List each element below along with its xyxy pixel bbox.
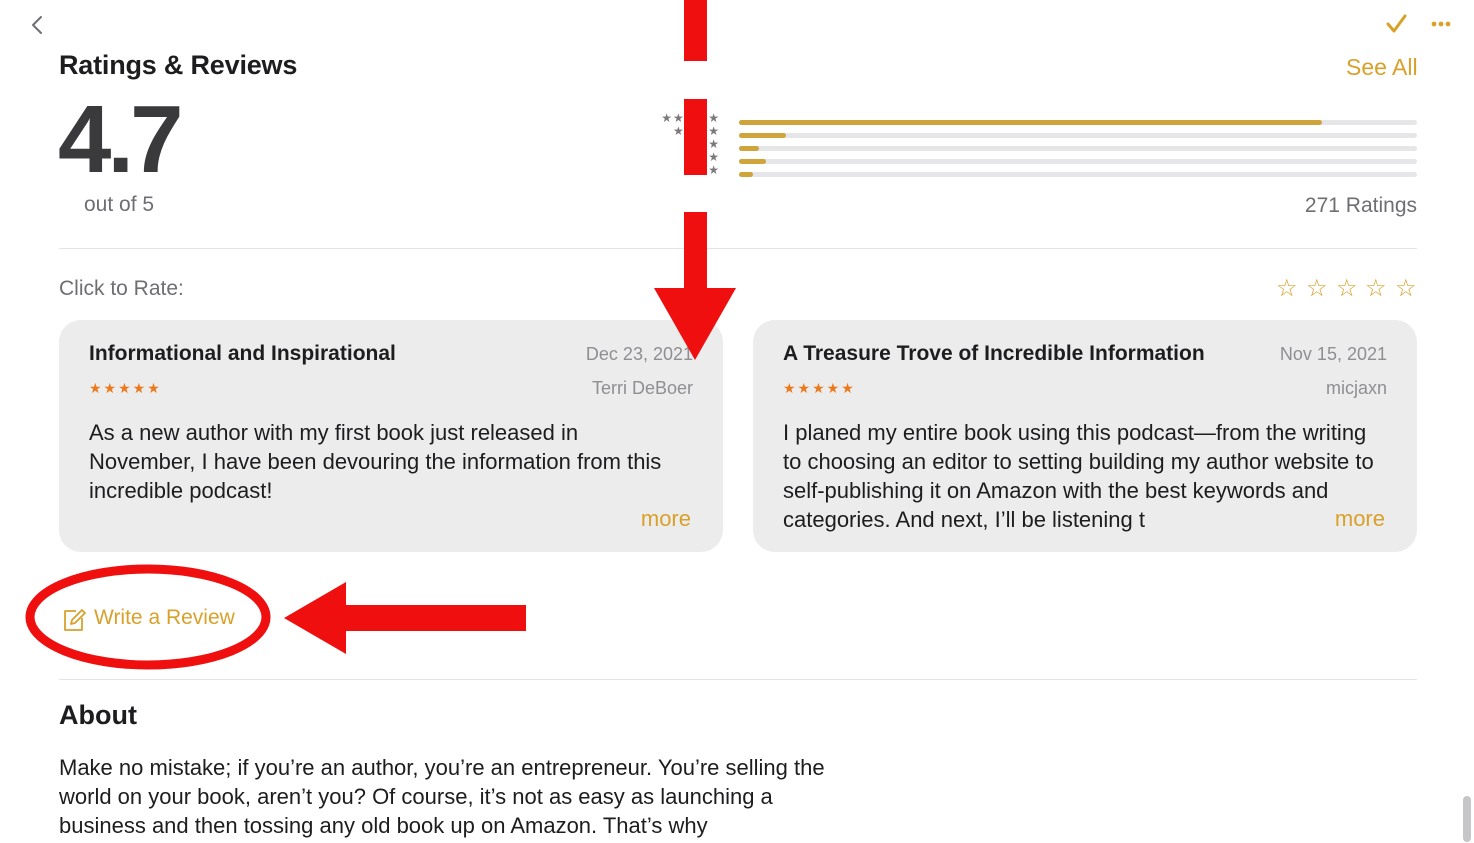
review-author: micjaxn <box>1325 378 1387 398</box>
divider <box>59 248 1417 249</box>
review-title: A Treasure Trove of Incredible Informati… <box>783 342 1205 365</box>
scrollbar-thumb[interactable] <box>1463 796 1471 842</box>
review-card[interactable]: A Treasure Trove of Incredible Informati… <box>753 320 1417 552</box>
rate-4-star-icon[interactable]: ☆ <box>1365 274 1387 303</box>
rate-3-star-icon[interactable]: ☆ <box>1336 274 1358 303</box>
divider <box>59 679 1417 680</box>
rating-bar-1 <box>739 172 1417 177</box>
rate-1-star-icon[interactable]: ☆ <box>1276 274 1298 303</box>
two-star-label: ★★ <box>696 150 720 164</box>
rating-bar-fill <box>739 120 1323 125</box>
rate-5-star-icon[interactable]: ☆ <box>1395 274 1417 303</box>
out-of-label: out of 5 <box>84 193 155 216</box>
back-button[interactable] <box>26 10 50 40</box>
checkmark-icon <box>1386 14 1407 33</box>
click-to-rate-label: Click to Rate: <box>59 277 184 300</box>
red-marker-segment <box>684 0 707 61</box>
red-left-arrow-head <box>284 582 346 654</box>
rate-2-star-icon[interactable]: ☆ <box>1306 274 1328 303</box>
red-left-arrow-shaft <box>330 605 526 631</box>
review-title: Informational and Inspirational <box>89 342 396 365</box>
rating-bar-3 <box>739 146 1417 151</box>
three-star-label: ★★★ <box>684 137 720 151</box>
five-star-label: ★★★★★ <box>661 111 720 125</box>
rating-distribution <box>739 118 1417 180</box>
more-options-button[interactable] <box>1428 8 1456 40</box>
review-more-link[interactable]: more <box>632 506 691 532</box>
review-date: Nov 15, 2021 <box>1279 344 1387 364</box>
rating-bar-fill <box>739 159 767 164</box>
compose-icon <box>64 609 86 631</box>
review-card[interactable]: Informational and Inspirational Dec 23, … <box>59 320 723 552</box>
rating-bar-fill <box>739 146 760 151</box>
ratings-reviews-title: Ratings & Reviews <box>59 50 298 80</box>
about-title: About <box>59 700 137 730</box>
one-star-label: ★ <box>708 163 720 177</box>
average-rating: 4.7 <box>58 86 183 193</box>
rate-stars: ☆ ☆ ☆ ☆ ☆ <box>1272 274 1422 306</box>
star-level-labels: ★★★★★ ★★★★ ★★★ ★★ ★ <box>640 110 720 180</box>
rating-bar-5 <box>739 120 1417 125</box>
review-body: I planed my entire book using this podca… <box>783 420 1374 532</box>
review-date: Dec 23, 2021 <box>585 344 693 364</box>
subscribed-check-button[interactable] <box>1382 8 1410 40</box>
see-all-link[interactable]: See All <box>1346 54 1418 81</box>
chevron-left-icon <box>32 16 42 34</box>
review-stars: ★★★★★ <box>783 380 856 396</box>
review-stars: ★★★★★ <box>89 380 162 396</box>
write-review-label: Write a Review <box>94 606 235 629</box>
rating-bar-fill <box>739 172 753 177</box>
review-author: Terri DeBoer <box>591 378 693 398</box>
review-body: As a new author with my first book just … <box>89 420 662 503</box>
review-more-link[interactable]: more <box>1326 506 1385 532</box>
ratings-count: 271 Ratings <box>1304 194 1417 217</box>
rating-bar-fill <box>739 133 787 138</box>
rating-bar-4 <box>739 133 1417 138</box>
rating-bar-2 <box>739 159 1417 164</box>
four-star-label: ★★★★ <box>672 124 720 138</box>
about-description: Make no mistake; if you’re an author, yo… <box>59 755 825 838</box>
red-marker-segment <box>684 212 707 294</box>
ellipsis-icon <box>1431 21 1451 27</box>
